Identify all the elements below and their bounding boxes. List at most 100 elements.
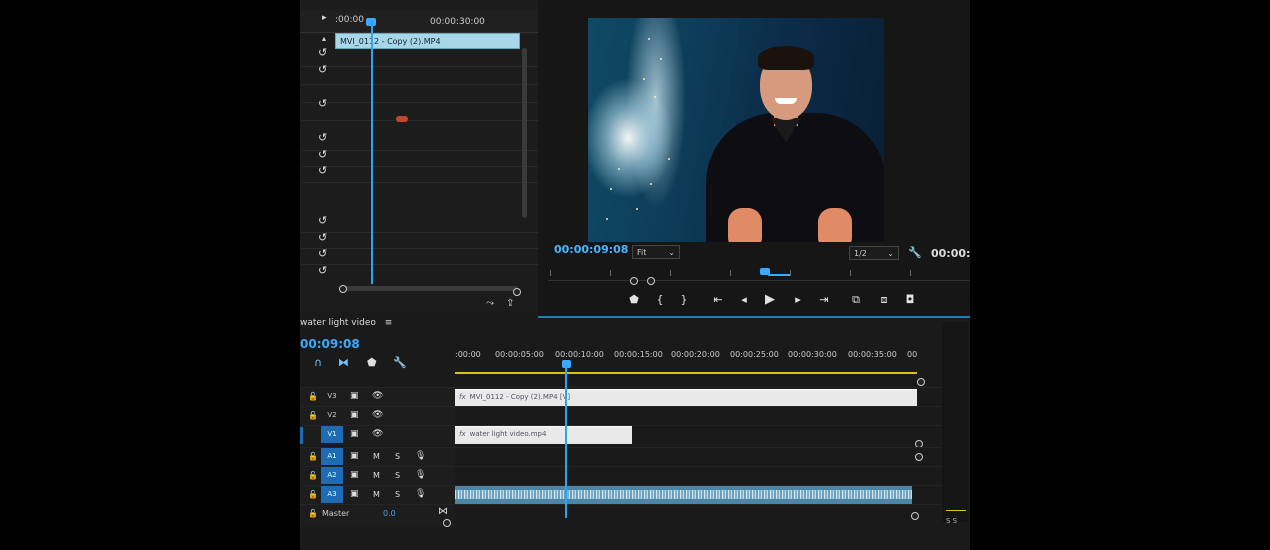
sequence-name: water light video (300, 318, 376, 328)
lock-icon[interactable]: 🔓 (308, 392, 318, 401)
zoom-select[interactable]: Fit ⌄ (632, 245, 680, 259)
lock-icon[interactable]: 🔓 (308, 471, 318, 480)
mute-toggle[interactable]: M (373, 471, 380, 480)
lock-icon[interactable]: 🔓 (308, 509, 318, 518)
master-label: Master (322, 509, 350, 518)
source-vertical-scrollbar[interactable] (522, 48, 527, 218)
lift-icon[interactable]: ⧉ (848, 293, 864, 307)
undo-icon[interactable]: ↺ (318, 164, 327, 177)
go-to-out-icon[interactable]: ⇥ (816, 293, 832, 306)
timeline-time-ruler[interactable]: :00:00 00:00:05:00 00:00:10:00 00:00:15:… (455, 346, 917, 372)
source-clip[interactable]: MVI_0112 - Copy (2).MP4 (335, 33, 520, 49)
track-label-a1[interactable]: A1 (321, 448, 343, 465)
undo-icon[interactable]: ↺ (318, 131, 327, 144)
ruler-label: 00:00:30:00 (788, 350, 837, 359)
step-back-icon[interactable]: ◂ (736, 293, 752, 306)
timeline-scroll-handle[interactable] (443, 519, 451, 527)
undo-icon[interactable]: ↺ (318, 247, 327, 260)
source-horizontal-scrollbar[interactable] (340, 286, 518, 291)
track-header-v3: 🔓 V3 ▣ 👁 (300, 388, 455, 407)
timeline-scroll-handle[interactable] (917, 378, 925, 386)
meter-solo-labels[interactable]: S S (946, 517, 957, 525)
insert-icon[interactable]: ⤳ (486, 298, 494, 309)
export-frame-icon[interactable]: ⇪ (506, 298, 514, 309)
track-label-v1[interactable]: V1 (321, 426, 343, 443)
undo-icon[interactable]: ↺ (318, 148, 327, 161)
mic-icon[interactable]: 🎙 (415, 470, 426, 480)
scroll-handle-left[interactable] (339, 285, 347, 293)
ruler-label: 00:00:25:00 (730, 350, 779, 359)
clip-a3-audio[interactable] (455, 486, 912, 504)
wrench-icon[interactable]: 🔧 (908, 246, 922, 259)
menu-icon[interactable]: ≡ (385, 318, 393, 328)
source-ruler-end: 00:00:30:00 (430, 17, 485, 27)
track-label-v3[interactable]: V3 (321, 388, 343, 405)
go-to-in-icon[interactable]: ⇤ (710, 293, 726, 306)
track-header-v1: V1 ▣ 👁 (300, 426, 455, 445)
eye-icon[interactable]: 👁 (372, 391, 383, 401)
solo-toggle[interactable]: S (395, 490, 400, 499)
program-zoom-handle-right[interactable] (647, 277, 655, 285)
add-marker-icon[interactable]: ⬟ (626, 293, 642, 306)
film-icon[interactable]: ▣ (350, 391, 359, 401)
timeline-scroll-handle[interactable] (911, 512, 919, 520)
undo-icon[interactable]: ↺ (318, 214, 327, 227)
solo-toggle[interactable]: S (395, 452, 400, 461)
play-icon[interactable]: ▶ (762, 292, 778, 307)
film-icon[interactable]: ▣ (350, 470, 359, 480)
film-icon[interactable]: ▣ (350, 451, 359, 461)
program-timecode[interactable]: 00:00:09:08 (554, 243, 628, 256)
timeline-timecode[interactable]: 00:09:08 (300, 337, 360, 351)
film-icon[interactable]: ▣ (350, 429, 359, 439)
mark-out-icon[interactable]: } (676, 293, 692, 306)
audio-meter (942, 322, 968, 522)
undo-icon[interactable]: ↺ (318, 63, 327, 76)
program-monitor: 00:00:09:08 Fit ⌄ 1/2 ⌄ 🔧 00:00:4 ⬟ { } … (538, 0, 970, 318)
audio-waveform (455, 490, 912, 499)
magnet-icon[interactable]: ∩ (314, 356, 322, 369)
solo-toggle[interactable]: S (395, 471, 400, 480)
undo-icon[interactable]: ↺ (318, 231, 327, 244)
camera-icon[interactable]: ◘ (902, 293, 918, 306)
undo-icon[interactable]: ↺ (318, 46, 327, 59)
timeline-tab[interactable]: water light video ≡ (300, 318, 970, 332)
up-arrow-icon[interactable]: ▴ (322, 34, 326, 43)
resolution-select[interactable]: 1/2 ⌄ (849, 246, 899, 260)
lock-icon[interactable]: 🔓 (308, 411, 318, 420)
timeline-playhead-line (565, 366, 567, 518)
master-volume[interactable]: 0.0 (383, 509, 396, 518)
go-to-end-icon[interactable]: ⋈ (438, 506, 448, 517)
extract-icon[interactable]: ⧈ (876, 293, 892, 307)
program-video-frame (588, 18, 884, 242)
scroll-handle-right[interactable] (513, 288, 521, 296)
collapse-arrow-icon[interactable]: ▸ (322, 13, 327, 23)
clip-v3[interactable]: fx MVI_0112 - Copy (2).MP4 [V] (455, 389, 917, 407)
eye-icon[interactable]: 👁 (372, 429, 383, 439)
ruler-label: 00:00:10:00 (555, 350, 604, 359)
step-forward-icon[interactable]: ▸ (790, 293, 806, 306)
track-label-v2[interactable]: V2 (321, 407, 343, 424)
clip-v1[interactable]: fx water light video.mp4 (455, 426, 632, 444)
program-zoom-handle-left[interactable] (630, 277, 638, 285)
mic-icon[interactable]: 🎙 (415, 489, 426, 499)
keyframe-marker[interactable] (396, 116, 408, 122)
mute-toggle[interactable]: M (373, 452, 380, 461)
eye-icon[interactable]: 👁 (372, 410, 383, 420)
linked-selection-icon[interactable]: ⧓ (338, 356, 349, 369)
resolution-value: 1/2 (854, 249, 867, 258)
mic-icon[interactable]: 🎙 (415, 451, 426, 461)
mute-toggle[interactable]: M (373, 490, 380, 499)
track-label-a3[interactable]: A3 (321, 486, 343, 503)
lock-icon[interactable]: 🔓 (308, 452, 318, 461)
work-area-bar[interactable] (455, 372, 917, 374)
track-label-a2[interactable]: A2 (321, 467, 343, 484)
mark-in-icon[interactable]: { (652, 293, 668, 306)
undo-icon[interactable]: ↺ (318, 97, 327, 110)
marker-icon[interactable]: ⬟ (367, 356, 377, 369)
lock-icon[interactable]: 🔓 (308, 490, 318, 499)
film-icon[interactable]: ▣ (350, 489, 359, 499)
wrench-icon[interactable]: 🔧 (393, 356, 407, 369)
film-icon[interactable]: ▣ (350, 410, 359, 420)
undo-icon[interactable]: ↺ (318, 264, 327, 277)
track-header-a2: 🔓 A2 ▣ M S 🎙 (300, 467, 455, 486)
